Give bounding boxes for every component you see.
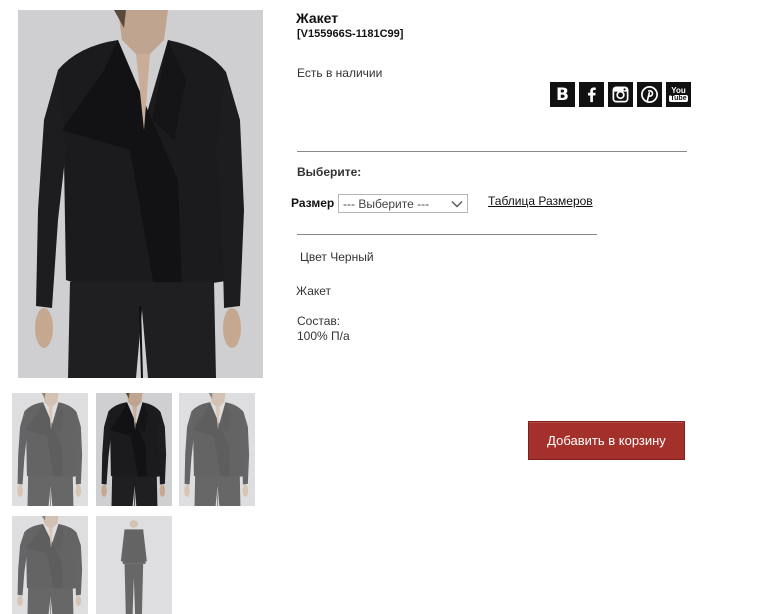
product-sku: [V155966S-1181C99]: [297, 28, 404, 40]
jacket-side-thumb[interactable]: [179, 393, 255, 506]
pinterest-icon[interactable]: [637, 82, 662, 107]
product-description: Жакет: [296, 284, 332, 298]
instagram-icon[interactable]: [608, 82, 633, 107]
vk-letter: В: [556, 84, 569, 105]
main-product-image[interactable]: [18, 10, 263, 378]
options-heading: Выберите:: [297, 165, 362, 179]
color-info: Цвет Черный: [300, 250, 374, 264]
add-to-cart-button[interactable]: Добавить в корзину: [528, 421, 685, 460]
divider: [297, 234, 597, 235]
product-title: Жакет: [296, 10, 339, 26]
size-select[interactable]: --- Выберите ---: [338, 194, 468, 213]
composition-value: 100% П/а: [297, 329, 350, 343]
vk-icon[interactable]: В: [550, 82, 575, 107]
youtube-top-label: You: [671, 86, 686, 95]
size-chart-link[interactable]: Таблица Размеров: [488, 194, 593, 208]
jacket-front-dark-thumb[interactable]: [96, 393, 172, 506]
social-share-bar: В You Tube: [550, 82, 691, 107]
facebook-icon[interactable]: [579, 82, 604, 107]
availability-status: Есть в наличии: [297, 66, 383, 80]
jacket-front-thumb[interactable]: [12, 393, 88, 506]
full-look-thumb[interactable]: [96, 516, 172, 614]
size-label: Размер: [291, 196, 335, 210]
youtube-icon[interactable]: You Tube: [666, 82, 691, 107]
jacket-back-thumb[interactable]: [12, 516, 88, 614]
youtube-bottom-label: Tube: [669, 95, 688, 102]
chevron-down-icon: [451, 201, 463, 208]
size-select-value: --- Выберите ---: [343, 197, 430, 211]
composition-label: Состав:: [297, 314, 341, 328]
divider: [297, 151, 687, 152]
